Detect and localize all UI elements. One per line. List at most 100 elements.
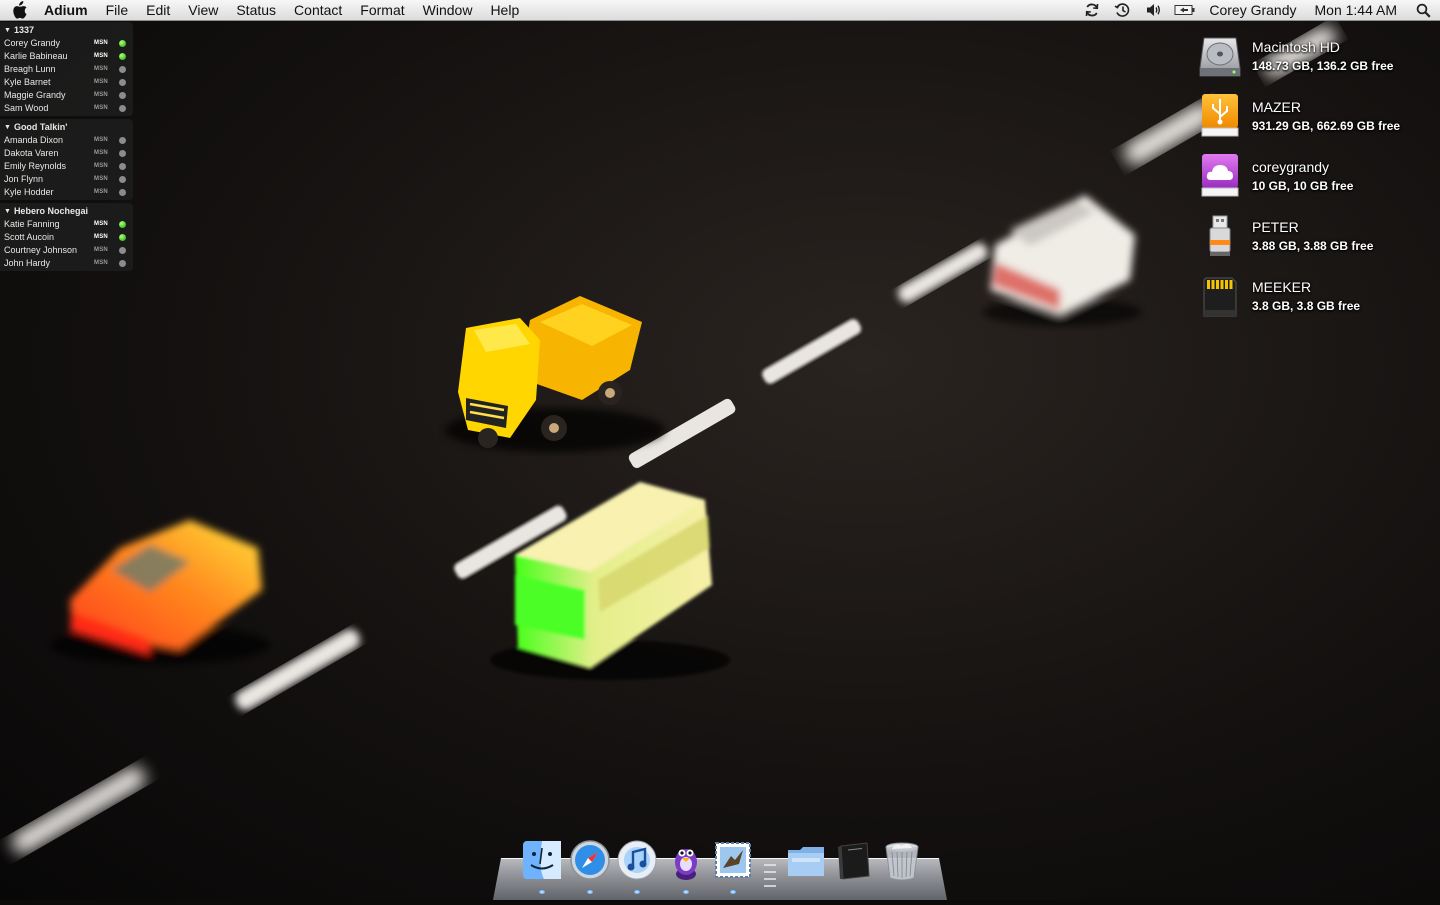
contact-item[interactable]: Amanda Dixon MSN xyxy=(0,134,133,147)
battery-icon[interactable] xyxy=(1169,0,1200,21)
contact-name: Kyle Hodder xyxy=(4,187,54,197)
usb-drive-icon xyxy=(1198,92,1242,140)
contact-group-header[interactable]: ▼ Hebero Nochegai xyxy=(0,205,133,218)
contact-name: Amanda Dixon xyxy=(4,135,64,145)
dock-safari[interactable] xyxy=(568,838,612,886)
hard-drive-icon xyxy=(1198,32,1242,80)
volume-meeker[interactable]: MEEKER 3.8 GB, 3.8 GB free xyxy=(1196,270,1440,324)
msn-service-label: MSN xyxy=(94,247,108,253)
dock-mail[interactable] xyxy=(711,838,755,886)
contact-name: Jon Flynn xyxy=(4,174,44,184)
status-offline-icon xyxy=(119,150,126,157)
notebook-icon xyxy=(838,842,870,880)
dock-notebook[interactable] xyxy=(832,838,876,886)
contact-item[interactable]: Breagh Lunn MSN xyxy=(0,63,133,76)
status-online-icon xyxy=(119,234,126,241)
contact-name: Courtney Johnson xyxy=(4,245,78,255)
contact-item[interactable]: Maggie Grandy MSN xyxy=(0,89,133,102)
contact-item[interactable]: John Hardy MSN xyxy=(0,257,133,270)
disclosure-triangle-icon[interactable]: ▼ xyxy=(4,121,11,134)
menu-contact[interactable]: Contact xyxy=(285,0,351,21)
msn-service-label: MSN xyxy=(94,189,108,195)
msn-service-label: MSN xyxy=(94,163,108,169)
volume-capacity: 931.29 GB, 662.69 GB free xyxy=(1252,119,1401,133)
mail-icon xyxy=(715,842,751,878)
dock-adium[interactable] xyxy=(664,838,708,886)
time-machine-icon[interactable] xyxy=(1107,0,1138,21)
volume-capacity: 3.88 GB, 3.88 GB free xyxy=(1252,239,1374,253)
contact-item[interactable]: Dakota Varen MSN xyxy=(0,147,133,160)
volume-peter[interactable]: PETER 3.88 GB, 3.88 GB free xyxy=(1196,210,1440,264)
contact-group-name: Good Talkin' xyxy=(13,122,68,132)
msn-service-label: MSN xyxy=(94,40,108,46)
contact-group-header[interactable]: ▼ 1337 xyxy=(0,24,133,37)
spotlight-search-icon[interactable] xyxy=(1406,0,1440,21)
contact-name: Dakota Varen xyxy=(4,148,59,158)
status-offline-icon xyxy=(119,137,126,144)
disclosure-triangle-icon[interactable]: ▼ xyxy=(4,205,11,218)
volume-capacity: 148.73 GB, 136.2 GB free xyxy=(1252,59,1394,73)
menu-status[interactable]: Status xyxy=(227,0,285,21)
menu-clock[interactable]: Mon 1:44 AM xyxy=(1306,0,1407,21)
status-offline-icon xyxy=(119,247,126,254)
volume-icon[interactable] xyxy=(1138,0,1169,21)
itunes-icon xyxy=(617,840,657,880)
trash-icon xyxy=(885,842,919,881)
contact-item[interactable]: Emily Reynolds MSN xyxy=(0,160,133,173)
contact-item[interactable]: Courtney Johnson MSN xyxy=(0,244,133,257)
menu-format[interactable]: Format xyxy=(351,0,413,21)
safari-icon xyxy=(570,840,610,880)
flash-drive-icon xyxy=(1198,212,1242,260)
msn-service-label: MSN xyxy=(94,221,108,227)
dock-finder[interactable] xyxy=(520,838,564,886)
menu-help[interactable]: Help xyxy=(481,0,528,21)
status-offline-icon xyxy=(119,92,126,99)
menu-bar: Adium File Edit View Status Contact Form… xyxy=(0,0,1440,21)
msn-service-label: MSN xyxy=(94,234,108,240)
msn-service-label: MSN xyxy=(94,79,108,85)
contact-name: Breagh Lunn xyxy=(4,64,56,74)
contact-name: Scott Aucoin xyxy=(4,232,55,242)
sync-icon[interactable] xyxy=(1076,0,1107,21)
menu-view[interactable]: View xyxy=(179,0,227,21)
folder-stack-icon xyxy=(788,847,824,876)
menu-edit[interactable]: Edit xyxy=(137,0,179,21)
contact-item[interactable]: Sam Wood MSN xyxy=(0,102,133,115)
msn-service-label: MSN xyxy=(94,92,108,98)
menu-file[interactable]: File xyxy=(97,0,138,21)
dock-trash[interactable] xyxy=(880,838,924,886)
contact-item[interactable]: Kyle Hodder MSN xyxy=(0,186,133,199)
msn-service-label: MSN xyxy=(94,176,108,182)
volume-mazer[interactable]: MAZER 931.29 GB, 662.69 GB free xyxy=(1196,90,1440,144)
contact-group-header[interactable]: ▼ Good Talkin' xyxy=(0,121,133,134)
contact-item[interactable]: Karlie Babineau MSN xyxy=(0,50,133,63)
contact-item[interactable]: Kyle Barnet MSN xyxy=(0,76,133,89)
status-offline-icon xyxy=(119,189,126,196)
contact-item[interactable]: Scott Aucoin MSN xyxy=(0,231,133,244)
contact-name: Maggie Grandy xyxy=(4,90,66,100)
contact-group-name: 1337 xyxy=(13,25,34,35)
status-offline-icon xyxy=(119,176,126,183)
volume-capacity: 10 GB, 10 GB free xyxy=(1252,179,1354,193)
adium-icon xyxy=(675,849,697,880)
menu-window[interactable]: Window xyxy=(414,0,482,21)
volume-macintosh-hd[interactable]: Macintosh HD 148.73 GB, 136.2 GB free xyxy=(1196,30,1440,84)
dock-documents-stack[interactable] xyxy=(784,838,828,886)
contact-name: Kyle Barnet xyxy=(4,77,51,87)
msn-service-label: MSN xyxy=(94,260,108,266)
menu-app-name[interactable]: Adium xyxy=(40,0,97,21)
contact-item[interactable]: Corey Grandy MSN xyxy=(0,37,133,50)
apple-menu-icon[interactable] xyxy=(0,0,40,21)
dock-itunes[interactable] xyxy=(615,838,659,886)
msn-service-label: MSN xyxy=(94,105,108,111)
volume-capacity: 3.8 GB, 3.8 GB free xyxy=(1252,299,1361,313)
msn-service-label: MSN xyxy=(94,66,108,72)
contact-item[interactable]: Katie Fanning MSN xyxy=(0,218,133,231)
contact-item[interactable]: Jon Flynn MSN xyxy=(0,173,133,186)
volume-coreygrandy[interactable]: coreygrandy 10 GB, 10 GB free xyxy=(1196,150,1440,204)
disclosure-triangle-icon[interactable]: ▼ xyxy=(4,24,11,37)
volume-name: coreygrandy xyxy=(1252,159,1330,175)
menu-user-name[interactable]: Corey Grandy xyxy=(1200,0,1305,21)
status-offline-icon xyxy=(119,105,126,112)
status-offline-icon xyxy=(119,163,126,170)
